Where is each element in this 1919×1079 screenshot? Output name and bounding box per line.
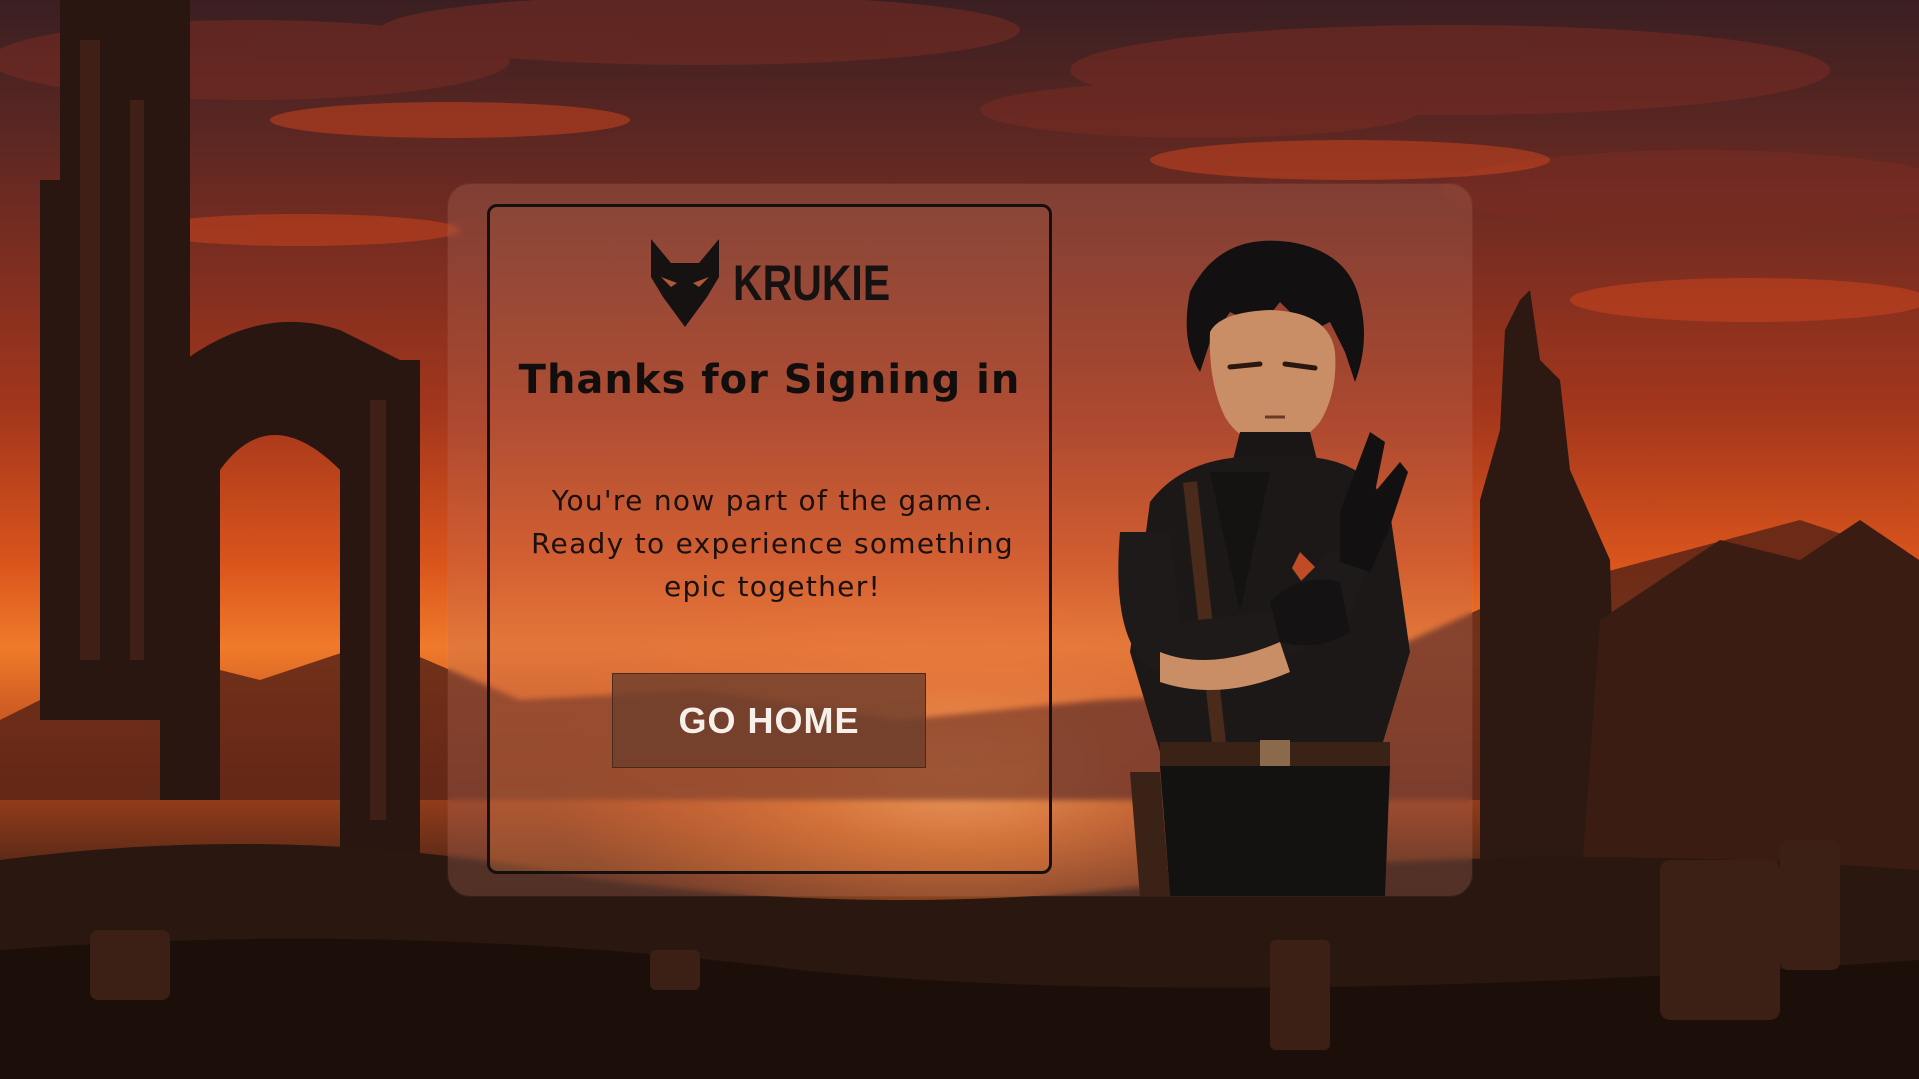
confirmation-message: You're now part of the game. Ready to ex… — [500, 479, 1045, 608]
message-line: Ready to experience something — [531, 527, 1014, 560]
fox-mask-icon — [650, 239, 719, 327]
message-line: You're now part of the game. — [551, 484, 994, 517]
go-home-button[interactable]: GO HOME — [612, 673, 926, 768]
character-illustration — [1070, 232, 1470, 896]
message-line: epic together! — [663, 570, 882, 603]
brand-name: KRUKIE — [732, 255, 890, 311]
page-title: Thanks for Signing in — [518, 357, 1021, 403]
signin-confirmation-card: KRUKIE Thanks for Signing in You're now … — [487, 204, 1052, 874]
background-scene: KRUKIE Thanks for Signing in You're now … — [0, 0, 1919, 1079]
brand-logo[interactable]: KRUKIE — [490, 237, 1049, 329]
character-art — [1118, 240, 1410, 896]
